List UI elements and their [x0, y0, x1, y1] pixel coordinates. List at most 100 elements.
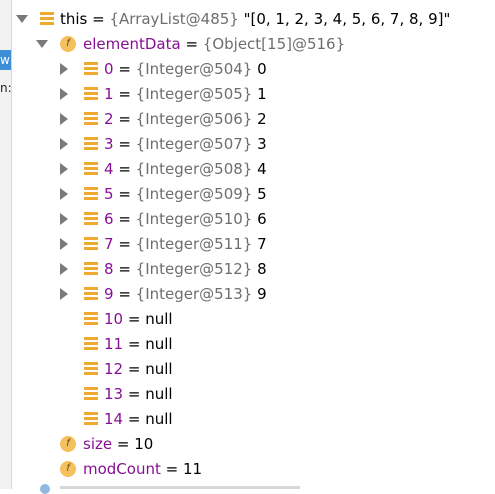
value-label: "[0, 1, 2, 3, 4, 5, 6, 7, 8, 9]" — [238, 10, 451, 28]
left-tab[interactable]: w — [0, 50, 11, 70]
value-label: null — [145, 360, 173, 378]
tree-row-null-11[interactable]: 11 = null — [58, 333, 488, 355]
tree-row-item-1[interactable]: 1 = {Integer@505} 1 — [58, 83, 488, 105]
var-name: this — [60, 10, 88, 28]
var-name: modCount — [83, 460, 161, 478]
list-icon — [84, 262, 98, 276]
tree-row-null-14[interactable]: 14 = null — [58, 408, 488, 430]
type-label: {ArrayList@485} — [109, 10, 239, 28]
equals: = — [113, 260, 136, 278]
tree-row-item-6[interactable]: 6 = {Integer@510} 6 — [58, 208, 488, 230]
equals: = — [113, 185, 136, 203]
equals: = — [112, 435, 135, 453]
item-index: 2 — [104, 110, 114, 128]
item-index: 3 — [104, 135, 114, 153]
type-label: {Integer@506} — [135, 110, 253, 128]
list-icon — [84, 187, 98, 201]
equals: = — [123, 335, 146, 353]
value-label: 10 — [134, 435, 154, 453]
value-label: 6 — [252, 210, 267, 228]
tree-row-modcount[interactable]: f modCount = 11 — [34, 458, 484, 480]
tree-row-item-2[interactable]: 2 = {Integer@506} 2 — [58, 108, 488, 130]
equals: = — [123, 310, 146, 328]
tree-row-item-4[interactable]: 4 = {Integer@508} 4 — [58, 158, 488, 180]
equals: = — [160, 460, 183, 478]
type-label: {Object[15]@516} — [202, 35, 346, 53]
list-icon — [84, 87, 98, 101]
left-label: n: — [0, 81, 11, 95]
collapsed-arrow-icon[interactable] — [60, 63, 68, 75]
expanded-arrow-icon[interactable] — [36, 40, 48, 48]
list-icon — [84, 212, 98, 226]
item-index: 0 — [104, 60, 114, 78]
type-label: {Integer@510} — [135, 210, 253, 228]
collapsed-arrow-icon[interactable] — [60, 263, 68, 275]
list-icon — [84, 162, 98, 176]
list-icon — [40, 12, 54, 26]
collapsed-arrow-icon[interactable] — [60, 238, 68, 250]
equals: = — [87, 10, 110, 28]
list-icon — [84, 237, 98, 251]
list-icon — [84, 387, 98, 401]
collapsed-arrow-icon[interactable] — [60, 163, 68, 175]
type-label: {Integer@504} — [135, 60, 253, 78]
type-label: {Integer@512} — [135, 260, 253, 278]
tree-row-item-9[interactable]: 9 = {Integer@513} 9 — [58, 283, 488, 305]
type-label: {Integer@507} — [135, 135, 253, 153]
value-label: null — [145, 385, 173, 403]
item-index: 7 — [104, 235, 114, 253]
type-label: {Integer@509} — [135, 185, 253, 203]
tree-row-item-5[interactable]: 5 = {Integer@509} 5 — [58, 183, 488, 205]
list-icon — [84, 137, 98, 151]
value-label: 11 — [182, 460, 203, 478]
item-index: 13 — [104, 385, 124, 403]
type-label: {Integer@508} — [135, 160, 253, 178]
tree-row-null-13[interactable]: 13 = null — [58, 383, 488, 405]
tree-row-item-7[interactable]: 7 = {Integer@511} 7 — [58, 233, 488, 255]
list-icon — [84, 412, 98, 426]
value-label: 3 — [252, 135, 267, 153]
field-icon: f — [60, 36, 76, 52]
tree-row-item-3[interactable]: 3 = {Integer@507} 3 — [58, 133, 488, 155]
list-icon — [84, 62, 98, 76]
tree-row-null-12[interactable]: 12 = null — [58, 358, 488, 380]
field-icon: f — [60, 436, 76, 452]
expanded-arrow-icon[interactable] — [16, 15, 28, 23]
value-label: 5 — [252, 185, 267, 203]
list-icon — [84, 362, 98, 376]
equals: = — [113, 160, 136, 178]
tree-row-item-0[interactable]: 0 = {Integer@504} 0 — [58, 58, 488, 80]
value-label: 4 — [252, 160, 267, 178]
equals: = — [113, 235, 136, 253]
collapsed-arrow-icon[interactable] — [60, 113, 68, 125]
tree-row-size[interactable]: f size = 10 — [34, 433, 484, 455]
value-label: 9 — [252, 285, 267, 303]
item-index: 14 — [104, 410, 124, 428]
var-name: size — [83, 435, 113, 453]
equals: = — [123, 360, 146, 378]
equals: = — [113, 135, 136, 153]
value-label: 8 — [252, 260, 267, 278]
list-icon — [84, 337, 98, 351]
equals: = — [113, 210, 136, 228]
tree-row-this[interactable]: this = {ArrayList@485} "[0, 1, 2, 3, 4, … — [14, 8, 494, 30]
tree-row-item-8[interactable]: 8 = {Integer@512} 8 — [58, 258, 488, 280]
collapsed-arrow-icon[interactable] — [60, 188, 68, 200]
item-index: 11 — [104, 335, 124, 353]
type-label: {Integer@513} — [135, 285, 253, 303]
item-index: 9 — [104, 285, 114, 303]
list-icon — [84, 112, 98, 126]
tree-row-null-10[interactable]: 10 = null — [58, 308, 488, 330]
collapsed-arrow-icon[interactable] — [60, 88, 68, 100]
collapsed-arrow-icon[interactable] — [60, 213, 68, 225]
item-index: 8 — [104, 260, 114, 278]
equals: = — [123, 410, 146, 428]
value-label: 1 — [252, 85, 267, 103]
list-icon — [84, 312, 98, 326]
equals: = — [123, 385, 146, 403]
tree-row-elementdata[interactable]: f elementData = {Object[15]@516} — [34, 33, 494, 55]
collapsed-arrow-icon[interactable] — [60, 288, 68, 300]
equals: = — [113, 110, 136, 128]
value-label: 7 — [252, 235, 267, 253]
collapsed-arrow-icon[interactable] — [60, 138, 68, 150]
